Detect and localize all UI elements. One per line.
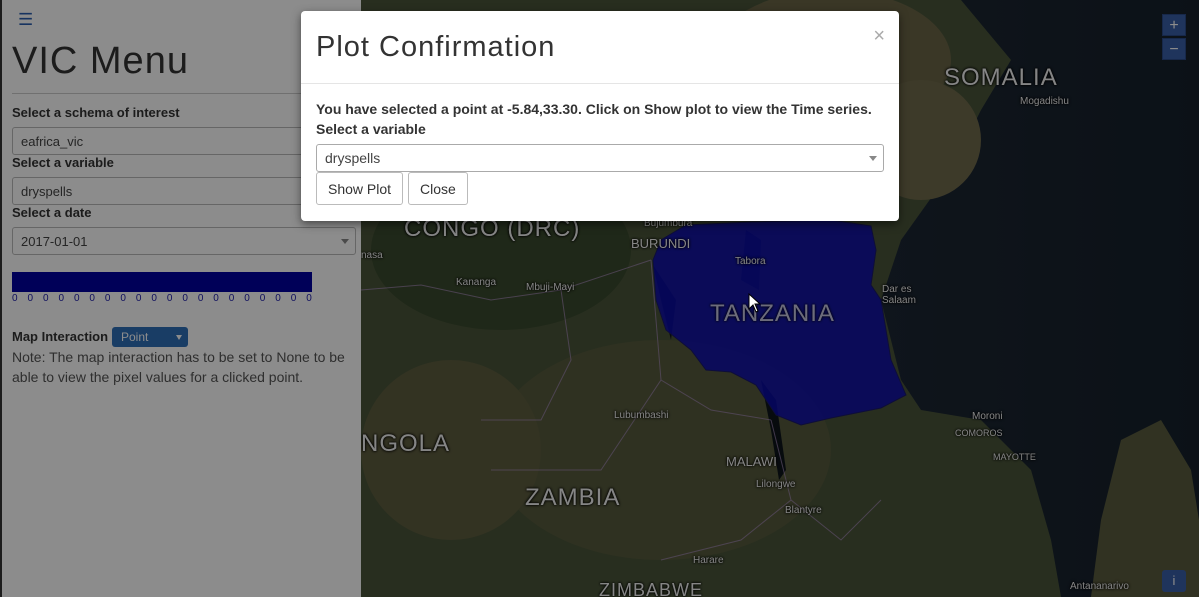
show-plot-button[interactable]: Show Plot (316, 172, 404, 205)
modal-variable-value: dryspells (325, 150, 381, 166)
modal-message: You have selected a point at -5.84,33.30… (316, 101, 872, 117)
modal-variable-select[interactable]: dryspells (316, 144, 884, 172)
mouse-cursor-icon (748, 293, 762, 313)
close-button[interactable]: Close (408, 172, 468, 205)
close-icon[interactable]: × (873, 25, 885, 48)
modal-header-divider (301, 83, 899, 84)
modal-title: Plot Confirmation (316, 31, 556, 63)
modal-variable-label: Select a variable (316, 121, 426, 137)
chevron-down-icon (869, 156, 877, 161)
plot-confirmation-modal: Plot Confirmation × You have selected a … (301, 11, 899, 221)
